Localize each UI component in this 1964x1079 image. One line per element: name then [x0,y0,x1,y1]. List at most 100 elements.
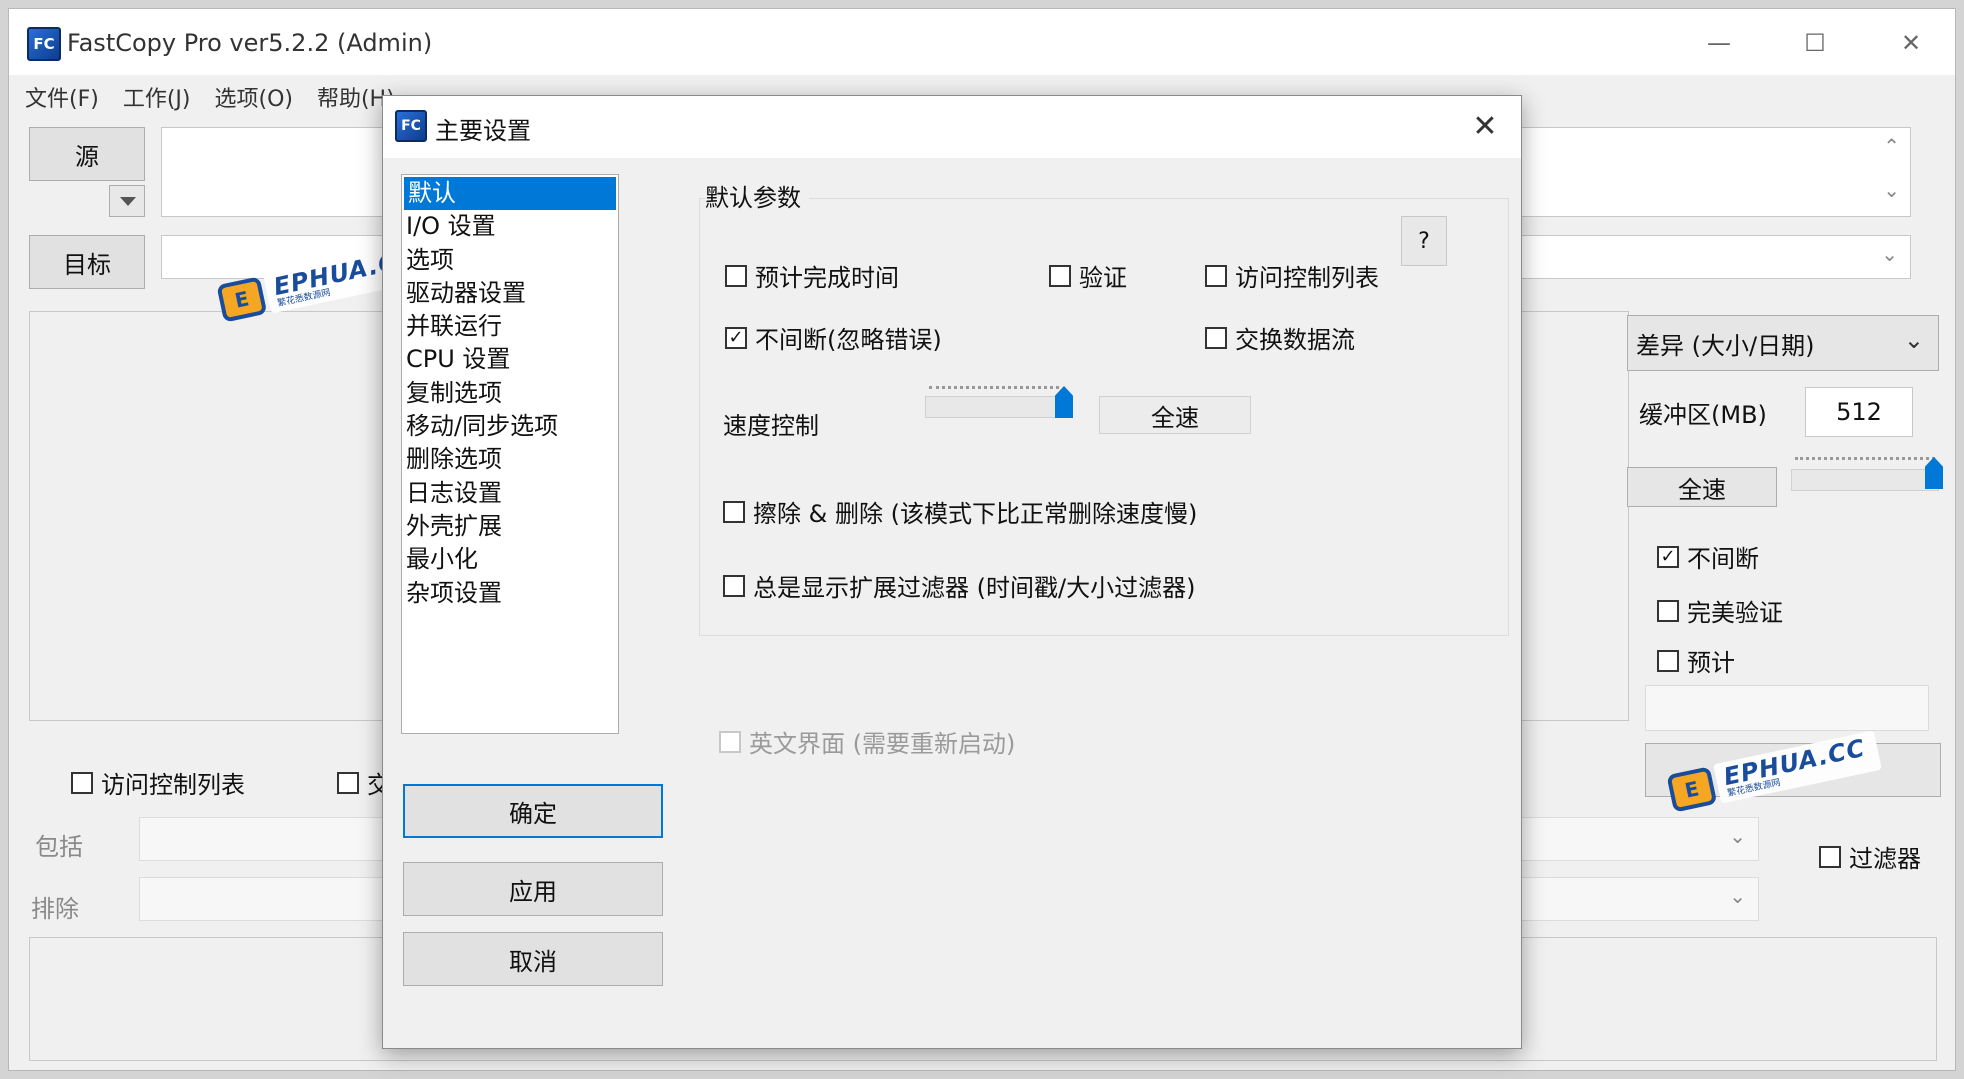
category-parallel[interactable]: 并联运行 [402,310,618,343]
category-delete-options[interactable]: 删除选项 [402,443,618,476]
category-default[interactable]: 默认 [404,177,616,211]
watermark-logo-icon: E [1666,766,1718,813]
source-button[interactable]: 源 [29,127,145,181]
checkbox-box[interactable]: ✓ [725,326,747,349]
chevron-down-icon[interactable]: ⌄ [1729,884,1746,908]
estimate-time-checkbox[interactable]: 预计完成时间 [725,258,899,293]
buffer-label: 缓冲区(MB) [1639,401,1767,429]
checkbox-box[interactable] [725,264,747,287]
category-move-sync-options[interactable]: 移动/同步选项 [402,410,618,443]
ok-button[interactable]: 确定 [403,784,663,838]
category-minimize[interactable]: 最小化 [402,543,618,576]
window-title: FastCopy Pro ver5.2.2 (Admin) [67,29,433,57]
acl-label: 访问控制列表 [101,771,245,799]
minimize-button[interactable]: — [1689,23,1749,63]
chevron-down-icon[interactable]: ⌄ [1729,824,1746,848]
alt-data-stream-label: 交换数据流 [1235,326,1355,354]
scroll-down-icon[interactable]: ⌄ [1883,178,1900,202]
category-shell-extension[interactable]: 外壳扩展 [402,510,618,543]
checkbox-box[interactable] [719,730,741,753]
checkbox-box[interactable] [1657,599,1679,622]
checkbox-box[interactable] [1657,649,1679,672]
help-button[interactable]: ? [1401,216,1447,266]
category-cpu-settings[interactable]: CPU 设置 [402,343,618,376]
category-copy-options[interactable]: 复制选项 [402,377,618,410]
acl-setting-checkbox[interactable]: 访问控制列表 [1205,258,1379,293]
category-io-settings[interactable]: I/O 设置 [402,210,618,243]
ext-filter-label: 总是显示扩展过滤器 (时间戳/大小过滤器) [753,574,1196,602]
perfect-verify-label: 完美验证 [1687,599,1783,627]
dialog-title: 主要设置 [435,117,531,145]
verify-label: 验证 [1079,264,1127,292]
checkbox-box[interactable] [1205,326,1227,349]
checkbox-box[interactable] [337,771,359,794]
filter-checkbox[interactable]: 过滤器 [1819,839,1921,874]
copy-mode-select[interactable]: 差异 (大小/日期) ⌄ [1627,315,1939,371]
checkbox-box[interactable] [1049,264,1071,287]
continue-ignore-errors-checkbox[interactable]: ✓ 不间断(忽略错误) [725,320,942,355]
english-ui-label: 英文界面 (需要重新启动) [749,730,1016,758]
close-button[interactable]: ✕ [1881,23,1941,63]
title-bar: FC FastCopy Pro ver5.2.2 (Admin) — ☐ ✕ [9,9,1955,75]
copy-mode-value: 差异 (大小/日期) [1636,331,1815,360]
dialog-title-bar: FC 主要设置 ✕ [383,96,1521,158]
cancel-button[interactable]: 取消 [403,932,663,986]
estimate-display [1645,685,1929,731]
estimate-label: 预计 [1687,649,1735,677]
filter-label: 过滤器 [1849,845,1921,873]
checkbox-box[interactable] [1205,264,1227,287]
speed-control-label: 速度控制 [723,412,819,440]
chevron-down-icon[interactable]: ⌄ [1881,242,1898,266]
chevron-down-icon: ⌄ [1903,326,1924,354]
dialog-close-button[interactable]: ✕ [1465,106,1505,146]
checkbox-box[interactable] [723,500,745,523]
apply-button[interactable]: 应用 [403,862,663,916]
menu-bar: 文件(F) 工作(J) 选项(O) 帮助(H) [21,79,399,113]
main-speed-slider-thumb[interactable] [1925,457,1943,489]
category-misc-settings[interactable]: 杂项设置 [402,577,618,610]
include-label: 包括 [35,833,83,861]
checkbox-box[interactable] [1819,845,1841,868]
menu-job[interactable]: 工作(J) [119,79,195,113]
speed-control-slider[interactable] [925,396,1063,418]
exclude-label: 排除 [31,895,79,923]
checkbox-box[interactable] [71,771,93,794]
category-options[interactable]: 选项 [402,244,618,277]
estimate-checkbox[interactable]: 预计 [1657,643,1735,678]
default-params-title: 默认参数 [705,178,809,213]
category-list: 默认 I/O 设置 选项 驱动器设置 并联运行 CPU 设置 复制选项 移动/同… [401,174,619,734]
scroll-up-icon[interactable]: ⌃ [1883,134,1900,158]
category-log-settings[interactable]: 日志设置 [402,477,618,510]
acl-checkbox[interactable]: 访问控制列表 [71,765,245,800]
continue-ignore-errors-label: 不间断(忽略错误) [755,326,942,354]
wipe-delete-checkbox[interactable]: 擦除 & 删除 (该模式下比正常删除速度慢) [723,494,1197,529]
checkbox-box[interactable]: ✓ [1657,545,1679,568]
source-history-dropdown[interactable] [109,185,145,217]
slider-ticks [929,386,1059,389]
acl-setting-label: 访问控制列表 [1235,264,1379,292]
wipe-delete-label: 擦除 & 删除 (该模式下比正常删除速度慢) [753,500,1198,528]
menu-file[interactable]: 文件(F) [21,79,103,113]
main-settings-dialog: FC 主要设置 ✕ 默认 I/O 设置 选项 驱动器设置 并联运行 CPU 设置… [382,95,1522,1049]
continue-label: 不间断 [1687,545,1759,573]
verify-checkbox[interactable]: 验证 [1049,258,1127,293]
full-speed-button[interactable]: 全速 [1627,467,1777,507]
maximize-button[interactable]: ☐ [1785,23,1845,63]
menu-options[interactable]: 选项(O) [210,79,296,113]
fastcopy-app-icon: FC [27,27,61,61]
english-ui-checkbox[interactable]: 英文界面 (需要重新启动) [719,724,1015,759]
ext-filter-checkbox[interactable]: 总是显示扩展过滤器 (时间戳/大小过滤器) [723,568,1195,603]
main-speed-slider[interactable] [1791,469,1939,491]
estimate-time-label: 预计完成时间 [755,264,899,292]
fastcopy-app-icon: FC [395,110,427,142]
buffer-size-input[interactable]: 512 [1805,387,1913,437]
slider-ticks [1795,457,1935,460]
chevron-down-icon [120,197,136,206]
watermark-logo-icon: E [216,276,268,323]
continue-checkbox[interactable]: ✓ 不间断 [1657,539,1759,574]
perfect-verify-checkbox[interactable]: 完美验证 [1657,593,1783,628]
category-drive-settings[interactable]: 驱动器设置 [402,277,618,310]
alt-data-stream-checkbox[interactable]: 交换数据流 [1205,320,1355,355]
checkbox-box[interactable] [723,574,745,597]
target-button[interactable]: 目标 [29,235,145,289]
